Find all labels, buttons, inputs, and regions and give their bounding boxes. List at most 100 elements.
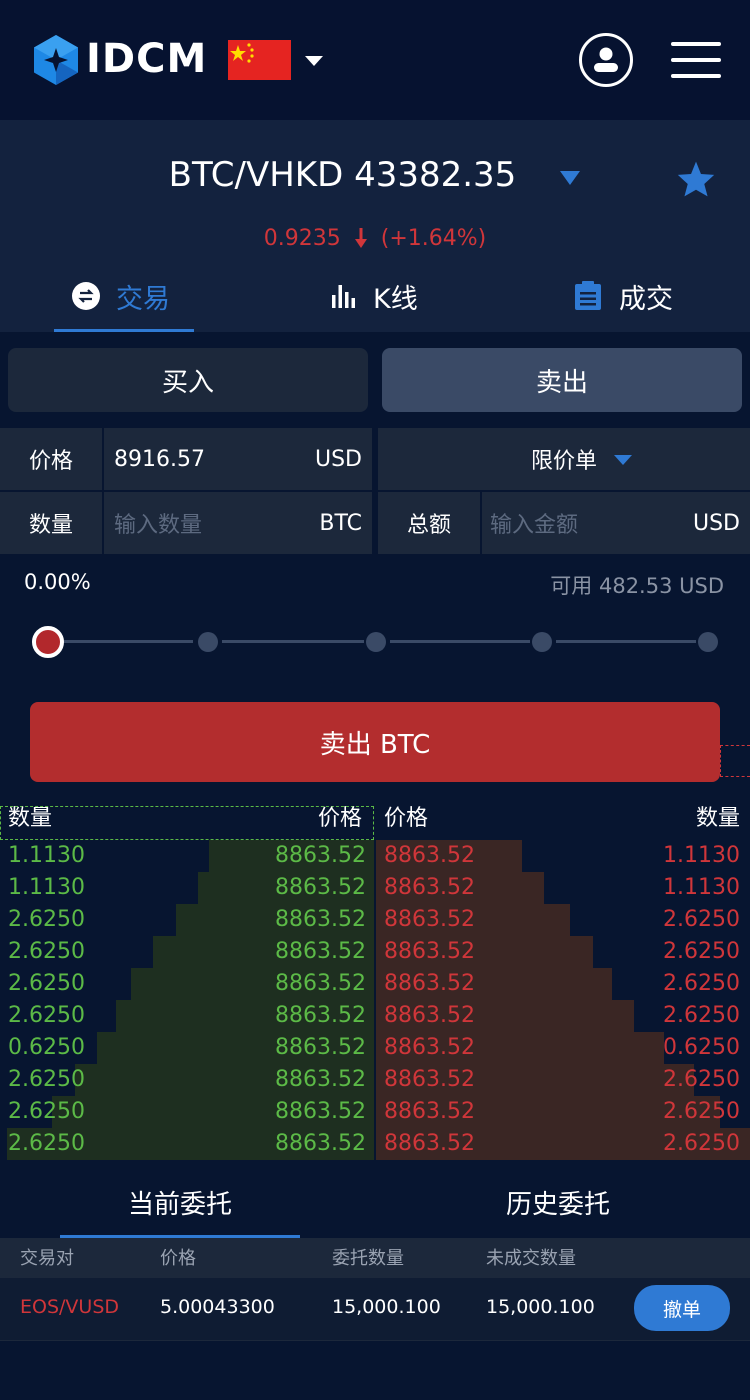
ask-qty[interactable]: 2.6250 xyxy=(663,1096,740,1128)
slider-step-75[interactable] xyxy=(532,632,552,652)
column-unfilled: 未成交数量 xyxy=(486,1248,576,1269)
sell-button[interactable]: 卖出 xyxy=(382,348,742,412)
column-price: 价格 xyxy=(160,1248,196,1269)
bid-qty[interactable]: 1.1130 xyxy=(8,872,85,904)
bid-qty[interactable]: 2.6250 xyxy=(8,1064,85,1096)
ask-price[interactable]: 8863.52 xyxy=(384,1128,475,1160)
bid-qty[interactable]: 2.6250 xyxy=(8,1000,85,1032)
bid-price[interactable]: 8863.52 xyxy=(275,1064,366,1096)
sell-btc-button[interactable]: 卖出 BTC xyxy=(30,702,720,782)
ask-qty[interactable]: 2.6250 xyxy=(663,1128,740,1160)
price-label: 价格 xyxy=(0,428,102,490)
bid-qty[interactable]: 2.6250 xyxy=(8,936,85,968)
price-field[interactable]: 8916.57 USD xyxy=(104,428,372,490)
selection-marker xyxy=(720,745,750,777)
tab-kline[interactable]: K线 xyxy=(331,276,418,316)
ask-qty[interactable]: 2.6250 xyxy=(663,1064,740,1096)
ask-price[interactable]: 8863.52 xyxy=(384,904,475,936)
order-amount: 15,000.100 xyxy=(332,1296,441,1318)
tab-kline-label: K线 xyxy=(373,283,418,315)
order-price: 5.00043300 xyxy=(160,1296,275,1318)
bid-price[interactable]: 8863.52 xyxy=(275,1032,366,1064)
bid-price[interactable]: 8863.52 xyxy=(275,872,366,904)
pair-dropdown-icon[interactable] xyxy=(560,171,580,185)
ask-qty[interactable]: 1.1130 xyxy=(663,872,740,904)
active-tab-indicator xyxy=(54,329,194,332)
ask-price[interactable]: 8863.52 xyxy=(384,840,475,872)
tab-current-orders[interactable]: 当前委托 xyxy=(60,1170,300,1234)
slider-step-100[interactable] xyxy=(698,632,718,652)
order-type-select[interactable]: 限价单 xyxy=(378,428,750,490)
user-account-button[interactable] xyxy=(579,33,633,87)
order-pair: EOS/VUSD xyxy=(20,1296,120,1318)
slider-step-25[interactable] xyxy=(198,632,218,652)
pair-price-title[interactable]: BTC/VHKD 43382.35 xyxy=(0,155,685,195)
ask-price[interactable]: 8863.52 xyxy=(384,1064,475,1096)
order-type-dropdown-icon[interactable] xyxy=(614,455,632,465)
cancel-order-button[interactable]: 撤单 xyxy=(634,1285,730,1331)
total-placeholder: 输入金额 xyxy=(490,513,579,538)
ask-qty[interactable]: 0.6250 xyxy=(663,1032,740,1064)
tab-deals[interactable]: 成交 xyxy=(573,276,673,316)
bid-qty[interactable]: 1.1130 xyxy=(8,840,85,872)
clipboard-icon xyxy=(575,281,601,310)
quantity-label: 数量 xyxy=(0,492,102,554)
bid-price[interactable]: 8863.52 xyxy=(275,1000,366,1032)
total-input[interactable]: 输入金额 USD xyxy=(482,492,750,554)
exchange-icon xyxy=(72,282,100,310)
price-change: 0.9235 (+1.64%) xyxy=(0,226,750,251)
bid-qty[interactable]: 2.6250 xyxy=(8,904,85,936)
bid-price[interactable]: 8863.52 xyxy=(275,968,366,1000)
quantity-placeholder: 输入数量 xyxy=(114,513,203,538)
ask-qty[interactable]: 2.6250 xyxy=(663,936,740,968)
bid-price[interactable]: 8863.52 xyxy=(275,1096,366,1128)
ask-price[interactable]: 8863.52 xyxy=(384,936,475,968)
down-arrow-icon xyxy=(354,228,367,248)
bid-qty[interactable]: 2.6250 xyxy=(8,968,85,1000)
bid-price[interactable]: 8863.52 xyxy=(275,840,366,872)
bid-qty[interactable]: 0.6250 xyxy=(8,1032,85,1064)
user-icon xyxy=(594,47,618,72)
slider-handle[interactable] xyxy=(32,626,64,658)
tab-trade-label: 交易 xyxy=(116,283,170,315)
ask-qty[interactable]: 2.6250 xyxy=(663,904,740,936)
bid-price[interactable]: 8863.52 xyxy=(275,1128,366,1160)
ask-qty[interactable]: 2.6250 xyxy=(663,1000,740,1032)
bid-qty[interactable]: 2.6250 xyxy=(8,1128,85,1160)
china-flag-icon[interactable] xyxy=(228,40,291,80)
total-label: 总额 xyxy=(378,492,480,554)
bid-price[interactable]: 8863.52 xyxy=(275,936,366,968)
ask-price[interactable]: 8863.52 xyxy=(384,1000,475,1032)
favorite-star-icon[interactable] xyxy=(676,160,716,198)
available-balance: 可用 482.53 USD xyxy=(550,574,724,598)
ask-qty[interactable]: 1.1130 xyxy=(663,840,740,872)
tab-history-orders[interactable]: 历史委托 xyxy=(438,1170,678,1234)
ask-qty-header: 数量 xyxy=(695,806,740,831)
bid-qty[interactable]: 2.6250 xyxy=(8,1096,85,1128)
tab-deals-label: 成交 xyxy=(619,283,673,315)
ask-price[interactable]: 8863.52 xyxy=(384,968,475,1000)
ask-price[interactable]: 8863.52 xyxy=(384,872,475,904)
ask-qty[interactable]: 2.6250 xyxy=(663,968,740,1000)
slider-step-50[interactable] xyxy=(366,632,386,652)
app-root: IDCM BTC/VHKD 43382.35 0.9235 (+1.64%) 交… xyxy=(0,0,750,1400)
top-bar: IDCM xyxy=(0,0,750,120)
language-dropdown-icon[interactable] xyxy=(305,56,323,66)
row-divider xyxy=(0,1340,750,1341)
hamburger-menu-button[interactable] xyxy=(671,42,721,78)
tab-trade[interactable]: 交易 xyxy=(72,276,170,316)
ask-price-header: 价格 xyxy=(384,806,429,831)
buy-button[interactable]: 买入 xyxy=(8,348,368,412)
column-amount: 委托数量 xyxy=(332,1248,404,1269)
bid-qty-header: 数量 xyxy=(8,806,53,831)
quantity-unit: BTC xyxy=(319,510,362,536)
order-type-value: 限价单 xyxy=(530,449,597,474)
bid-price[interactable]: 8863.52 xyxy=(275,904,366,936)
quantity-input[interactable]: 输入数量 BTC xyxy=(104,492,372,554)
ask-price[interactable]: 8863.52 xyxy=(384,1032,475,1064)
ask-price[interactable]: 8863.52 xyxy=(384,1096,475,1128)
change-value: 0.9235 xyxy=(263,226,341,251)
bid-price-header: 价格 xyxy=(318,806,363,831)
change-percent: (+1.64%) xyxy=(380,226,487,251)
price-unit: USD xyxy=(314,446,362,472)
